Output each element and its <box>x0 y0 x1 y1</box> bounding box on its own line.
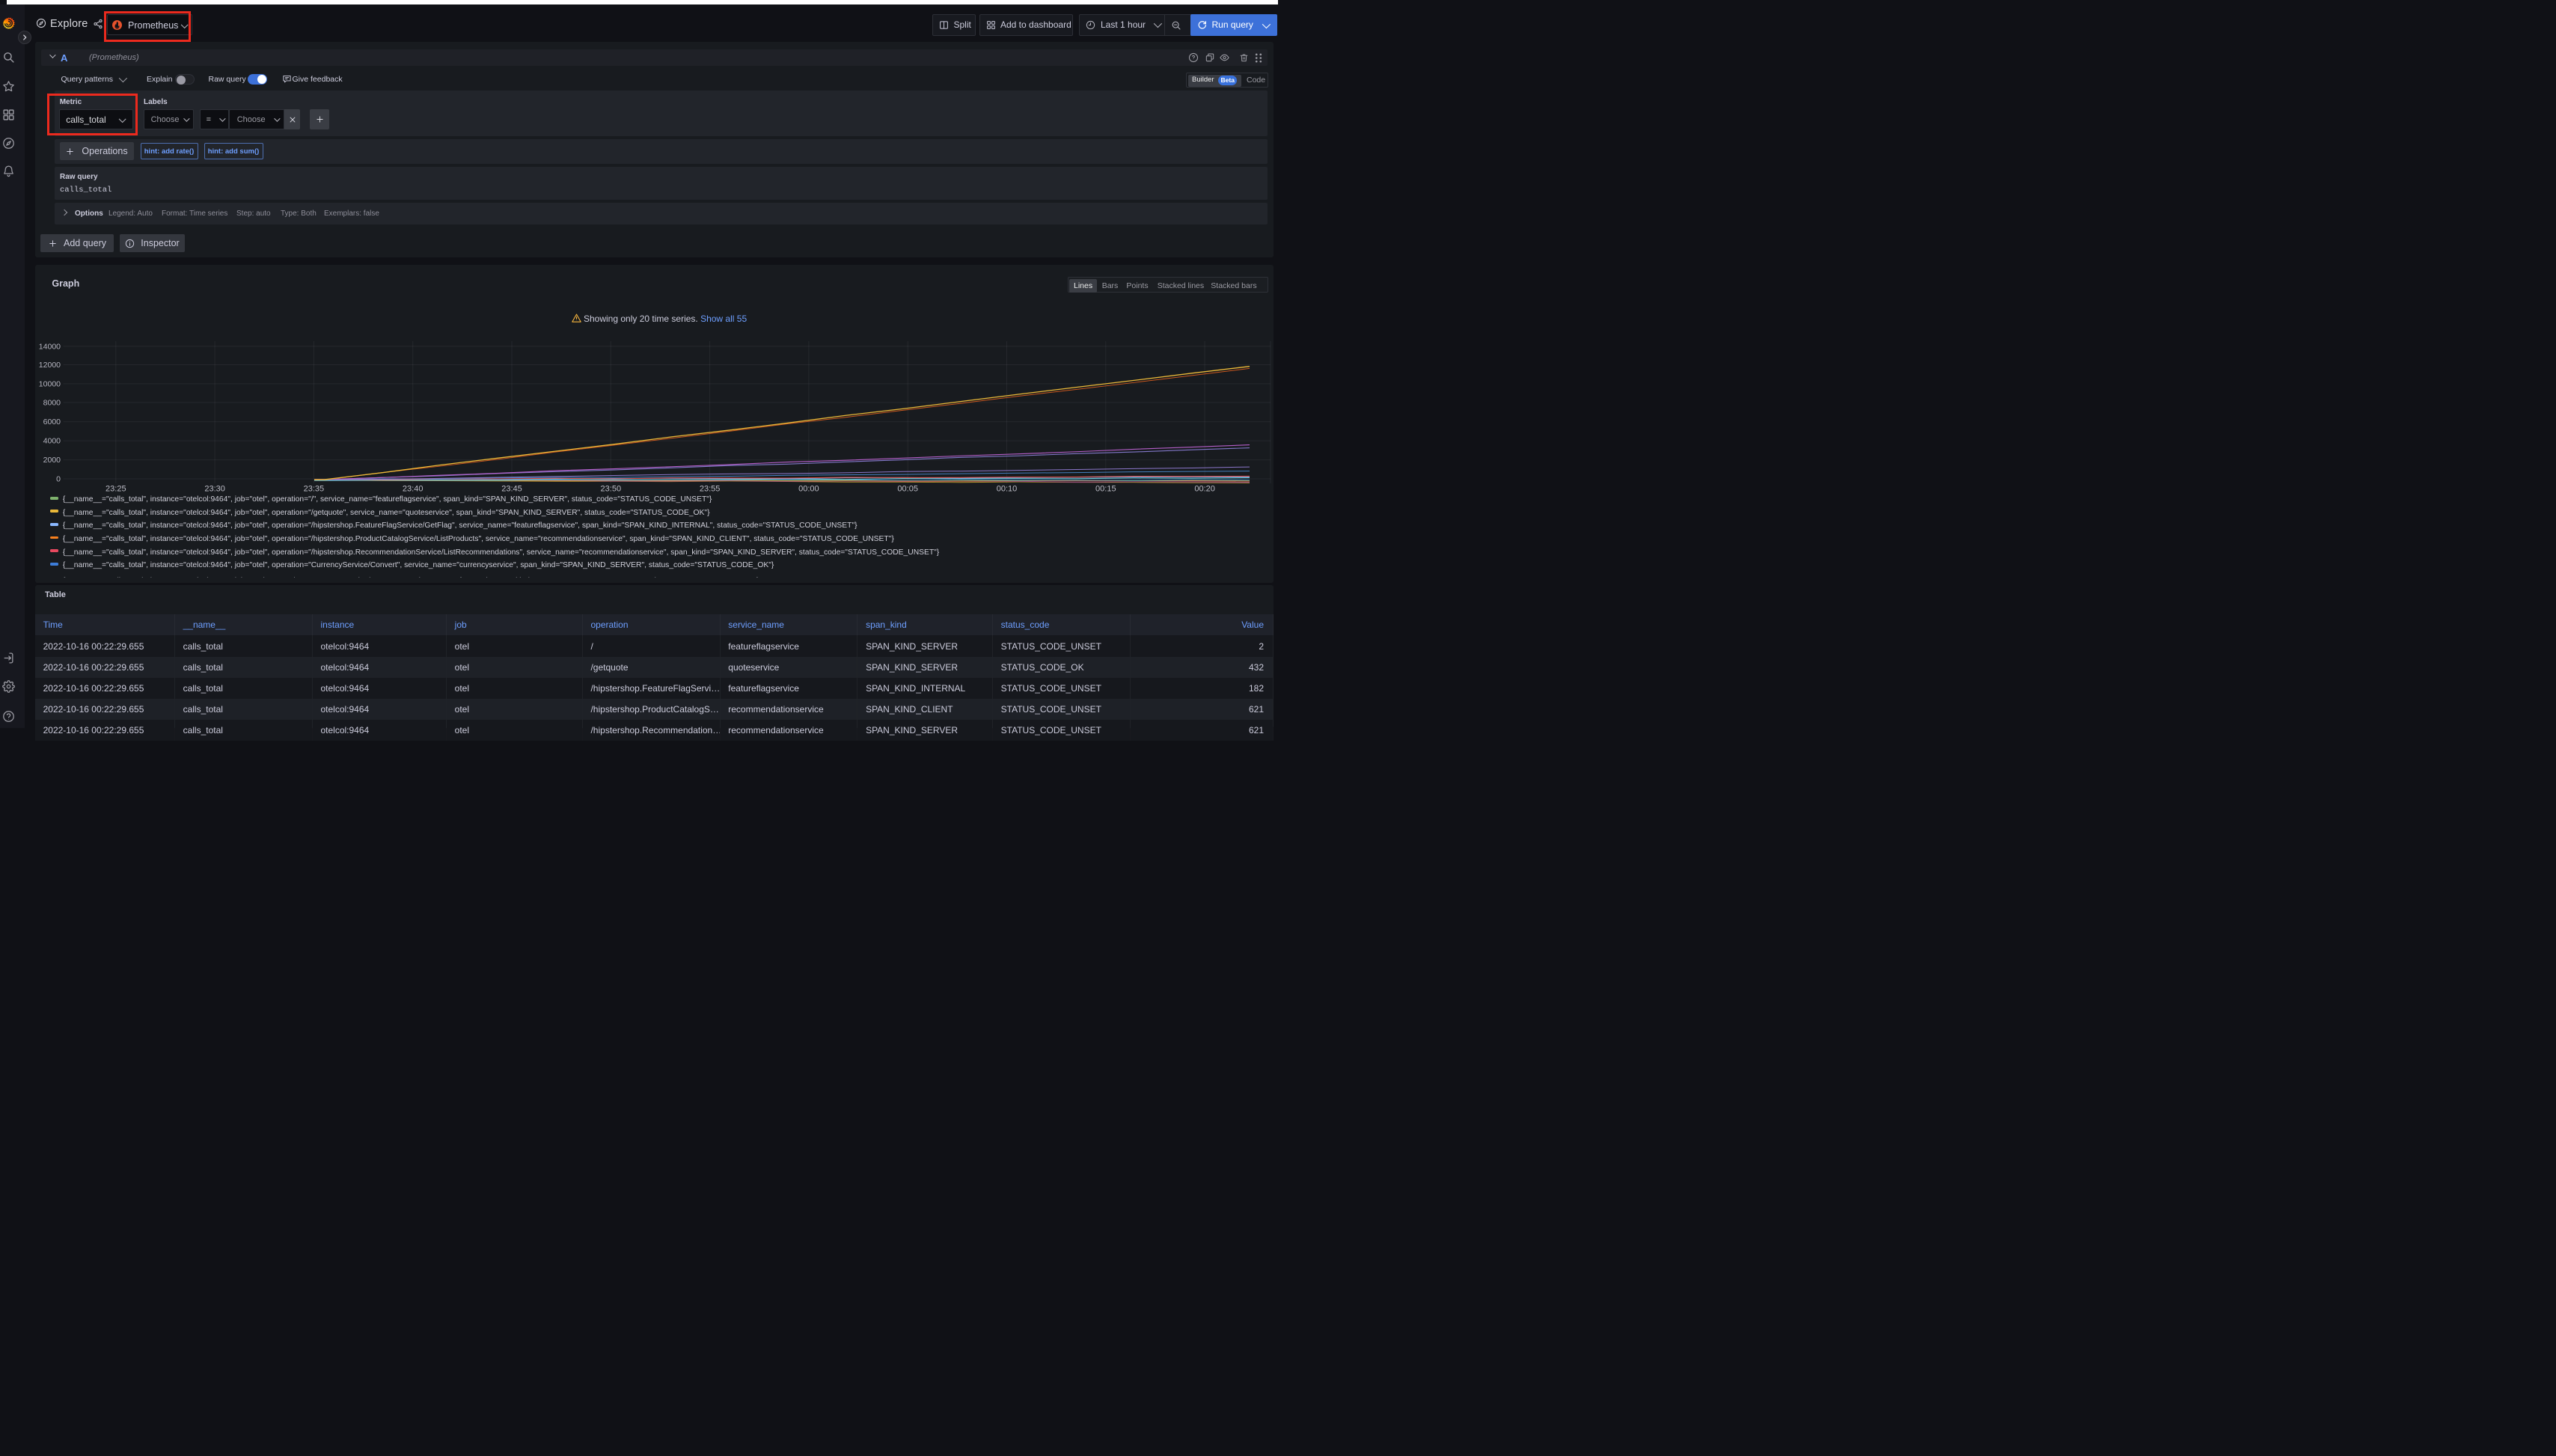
svg-text:23:45: 23:45 <box>501 485 522 494</box>
svg-text:00:10: 00:10 <box>997 485 1018 494</box>
svg-text:00:15: 00:15 <box>1095 485 1116 494</box>
svg-text:00:00: 00:00 <box>798 485 819 494</box>
svg-text:4000: 4000 <box>43 437 61 446</box>
svg-text:6000: 6000 <box>43 417 61 426</box>
svg-text:23:30: 23:30 <box>204 485 225 494</box>
svg-text:14000: 14000 <box>39 342 61 351</box>
svg-text:2000: 2000 <box>43 456 61 465</box>
svg-text:23:40: 23:40 <box>403 485 424 494</box>
svg-text:0: 0 <box>56 475 61 484</box>
svg-text:23:50: 23:50 <box>601 485 622 494</box>
svg-text:00:05: 00:05 <box>897 485 918 494</box>
svg-text:00:20: 00:20 <box>1194 485 1215 494</box>
svg-text:23:35: 23:35 <box>304 485 325 494</box>
svg-text:12000: 12000 <box>39 361 61 370</box>
svg-text:23:55: 23:55 <box>700 485 721 494</box>
svg-text:23:25: 23:25 <box>106 485 126 494</box>
svg-text:10000: 10000 <box>39 380 61 389</box>
svg-text:8000: 8000 <box>43 399 61 408</box>
